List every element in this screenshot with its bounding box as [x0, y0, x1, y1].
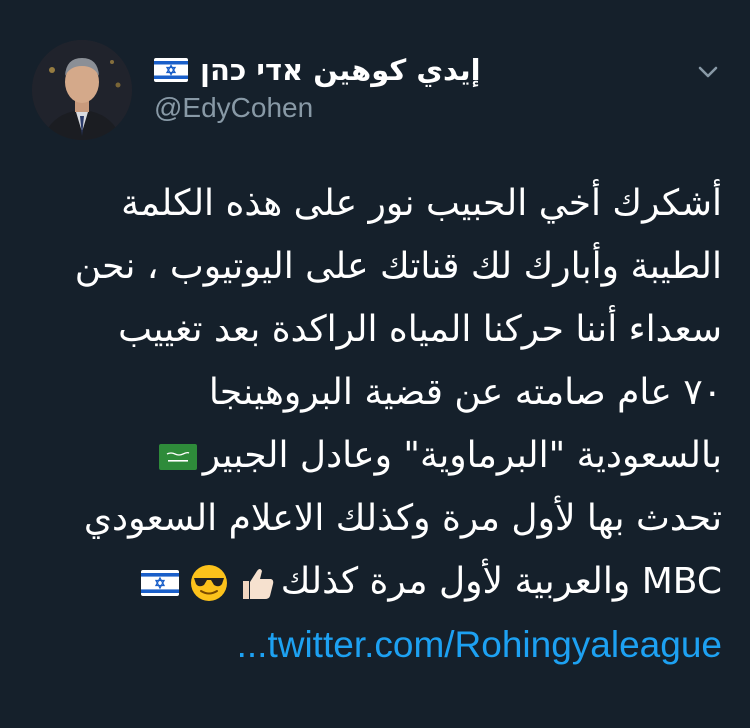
chevron-down-icon[interactable]: [692, 56, 724, 88]
display-name[interactable]: إيدي كوهين אדי כהן: [200, 53, 481, 87]
israel-flag-icon: [140, 570, 179, 596]
avatar[interactable]: [32, 40, 132, 140]
name-row: إيدي كوهين אדי כהן: [154, 50, 614, 90]
tweet-line: تحدث بها لأول مرة وكذلك الاعلام السعودي: [83, 498, 722, 539]
saudi-flag-icon: [158, 444, 197, 470]
tweet-line: الطيبة وأبارك لك قناتك على اليوتيوب ، نح…: [74, 246, 722, 287]
tweet-link-line: ...twitter.com/Rohingyaleague: [32, 613, 722, 676]
tweet-link[interactable]: ...twitter.com/Rohingyaleague: [237, 624, 722, 665]
author-block: إيدي كوهين אדי כהן @EdyCohen: [154, 50, 614, 124]
tweet-text: أشكرك أخي الحبيب نور على هذه الكلمة الطي…: [32, 172, 722, 676]
tweet-line: سعداء أننا حركنا المياه الراكدة بعد تغيي…: [118, 309, 722, 350]
tweet-line: بالسعودية "البرماوية" وعادل الجبير: [32, 424, 722, 487]
tweet-line-text: بالسعودية "البرماوية" وعادل الجبير: [202, 435, 722, 476]
thumbs-up-icon: [242, 569, 274, 599]
israel-flag-icon: [154, 58, 188, 82]
avatar-image: [32, 40, 132, 140]
tweet-line: MBC والعربية لأول مرة كذلك: [32, 550, 722, 613]
user-handle[interactable]: @EdyCohen: [154, 92, 614, 124]
tweet-line-text: MBC والعربية لأول مرة كذلك: [280, 561, 722, 602]
tweet-line: ٧٠ عام صامته عن قضية البروهينجا: [208, 372, 722, 413]
tweet-line: أشكرك أخي الحبيب نور على هذه الكلمة: [121, 183, 722, 224]
tweet-card: إيدي كوهين אדי כהן @EdyCohen أشكرك أخي ا…: [0, 0, 750, 728]
sunglasses-face-icon: [190, 565, 227, 601]
